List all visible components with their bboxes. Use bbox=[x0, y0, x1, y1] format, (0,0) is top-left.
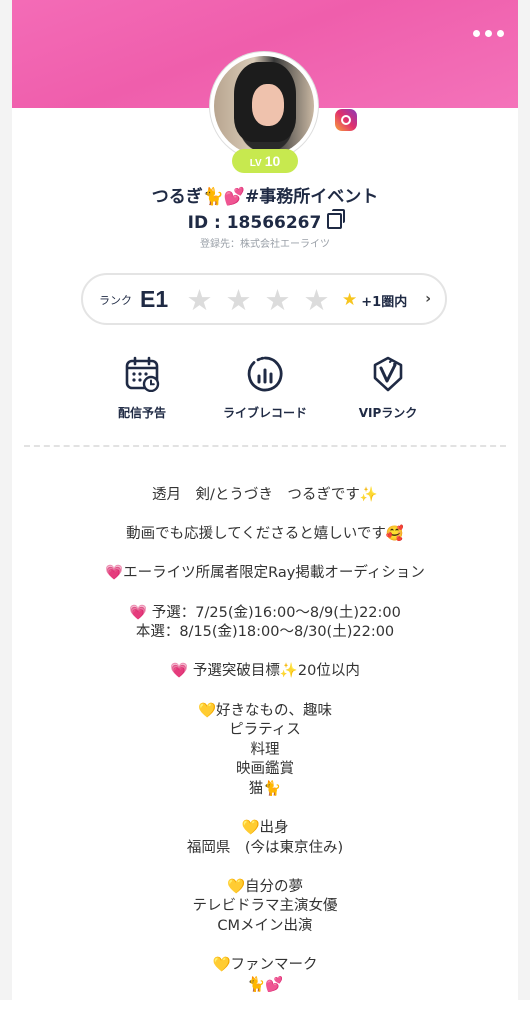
calendar-clock-icon bbox=[125, 356, 160, 392]
chevron-right-icon: › bbox=[425, 291, 431, 307]
star-icon: ★ bbox=[342, 290, 358, 310]
profile-bio: 透月 剣/とうづき つるぎです✨ 動画でも応援してくださると嬉しいです🥰 💗エー… bbox=[12, 486, 518, 1015]
bio-paragraph: 💗エーライツ所属者限定Ray掲載オーディション bbox=[105, 565, 425, 582]
copy-icon[interactable] bbox=[327, 209, 346, 229]
divider bbox=[24, 445, 506, 447]
menu-item-label: VIPランク bbox=[358, 406, 418, 420]
more-options-button[interactable] bbox=[473, 30, 504, 37]
bio-paragraph: 💛自分の夢 テレビドラマ主演女優 CMメイン出演 bbox=[192, 878, 338, 935]
instagram-icon[interactable] bbox=[335, 109, 357, 131]
bio-paragraph: 💛出身 福岡県 (今は東京住み) bbox=[186, 820, 344, 856]
rank-target-text: +1圏内 bbox=[361, 294, 408, 310]
avatar-photo bbox=[214, 56, 314, 156]
profile-id-row: ID : 18566267 bbox=[0, 209, 530, 233]
more-horizontal-icon bbox=[473, 30, 480, 37]
left-gutter bbox=[0, 0, 12, 1000]
menu-item-label: ライブレコード bbox=[222, 406, 307, 420]
rank-bar[interactable]: ランク E1 ★ ★ ★ ★ ★ +1圏内 › bbox=[81, 273, 447, 325]
vip-badge-icon bbox=[373, 356, 403, 392]
registered-agency: 登録先：株式会社エーライツ bbox=[200, 239, 330, 250]
star-empty-icon: ★ bbox=[264, 283, 291, 317]
menu-item-label: 配信予告 bbox=[117, 406, 166, 420]
level-prefix: LV bbox=[249, 158, 262, 169]
profile-id: ID : 18566267 bbox=[187, 213, 322, 233]
star-empty-icon: ★ bbox=[225, 283, 252, 317]
bio-paragraph: 💛好きなもの、趣味 ピラティス 料理 映画鑑賞 猫🐈 bbox=[197, 702, 333, 797]
rank-value: E1 bbox=[140, 286, 169, 312]
right-gutter bbox=[518, 0, 530, 1000]
rank-label: ランク bbox=[99, 294, 132, 307]
bio-paragraph: 💗 予選：7/25(金)16:00〜8/9(土)22:00 本選：8/15(金)… bbox=[129, 604, 401, 641]
bio-paragraph: 透月 剣/とうづき つるぎです✨ bbox=[152, 487, 378, 503]
level-value: 10 bbox=[264, 153, 281, 169]
bio-paragraph: 動画でも応援してくださると嬉しいです🥰 bbox=[126, 526, 404, 543]
profile-name: つるぎ🐈💕#事務所イベント bbox=[151, 187, 379, 207]
avatar[interactable] bbox=[210, 52, 318, 160]
level-badge: LV 10 bbox=[232, 149, 298, 173]
bio-paragraph: 💗 予選突破目標✨20位以内 bbox=[170, 663, 360, 680]
star-empty-icon: ★ bbox=[186, 283, 213, 317]
star-empty-icon: ★ bbox=[303, 283, 330, 317]
profile-menu: 配信予告 ライブレコード VIPランク bbox=[0, 356, 530, 426]
bio-paragraph: 💛ファンマーク 🐈💕 bbox=[212, 957, 318, 993]
rank-target: ★ +1圏内 bbox=[342, 290, 407, 310]
bar-chart-circle-icon bbox=[247, 356, 283, 392]
rank-stars: ★ ★ ★ ★ bbox=[185, 285, 331, 315]
